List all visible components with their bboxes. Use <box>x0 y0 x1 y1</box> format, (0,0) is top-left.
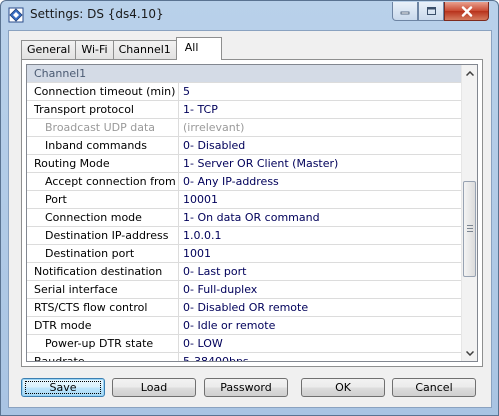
diamond-app-icon <box>8 7 24 23</box>
maximize-icon <box>426 7 436 15</box>
tab-strip: General Wi-Fi Channel1 All <box>21 37 222 60</box>
section-label: Channel1 <box>34 67 87 80</box>
setting-name: Serial interface <box>27 281 179 298</box>
maximize-button[interactable] <box>418 2 444 21</box>
setting-name: RTS/CTS flow control <box>27 299 179 316</box>
setting-row-notification-destination[interactable]: Notification destination 0- Last port <box>27 263 461 281</box>
save-button[interactable]: Save <box>21 378 105 397</box>
chevron-up-icon <box>466 70 474 76</box>
setting-value[interactable]: 5 <box>179 83 461 100</box>
settings-grid: Channel1 Connection timeout (min) 5 Tran… <box>26 64 478 362</box>
setting-row-power-up-dtr-state[interactable]: Power-up DTR state 0- LOW <box>27 335 461 353</box>
setting-name: Accept connection from <box>27 173 179 190</box>
setting-value[interactable]: 0- Full-duplex <box>179 281 461 298</box>
grip-line <box>467 228 473 229</box>
setting-row-transport-protocol[interactable]: Transport protocol 1- TCP <box>27 101 461 119</box>
vertical-scrollbar[interactable] <box>461 65 477 361</box>
setting-row-destination-ip[interactable]: Destination IP-address 1.0.0.1 <box>27 227 461 245</box>
close-button[interactable] <box>444 2 489 21</box>
tab-all[interactable]: All <box>175 37 222 60</box>
setting-row-connection-timeout[interactable]: Connection timeout (min) 5 <box>27 83 461 101</box>
settings-window: Settings: DS {ds4.10} General Wi-Fi Chan… <box>0 0 499 416</box>
setting-name: Baudrate <box>27 353 179 361</box>
setting-row-broadcast-udp-data: Broadcast UDP data (irrelevant) <box>27 119 461 137</box>
setting-name: DTR mode <box>27 317 179 334</box>
setting-name: Transport protocol <box>27 101 179 118</box>
setting-name: Connection timeout (min) <box>27 83 179 100</box>
setting-name: Connection mode <box>27 209 179 226</box>
section-header-channel1[interactable]: Channel1 <box>27 65 461 83</box>
setting-value[interactable]: 0- Idle or remote <box>179 317 461 334</box>
ok-button[interactable]: OK <box>301 378 385 397</box>
setting-value[interactable]: 1001 <box>179 245 461 262</box>
setting-name: Destination port <box>27 245 179 262</box>
tab-panel: Channel1 Connection timeout (min) 5 Tran… <box>21 59 483 367</box>
grip-line <box>467 225 473 226</box>
grip-line <box>467 231 473 232</box>
cancel-button[interactable]: Cancel <box>392 378 476 397</box>
setting-row-dtr-mode[interactable]: DTR mode 0- Idle or remote <box>27 317 461 335</box>
setting-value: (irrelevant) <box>183 121 245 134</box>
setting-name: Routing Mode <box>27 155 179 172</box>
setting-row-serial-interface[interactable]: Serial interface 0- Full-duplex <box>27 281 461 299</box>
dialog-client-area: General Wi-Fi Channel1 All Channel1 Conn… <box>8 30 492 408</box>
setting-row-inband-commands[interactable]: Inband commands 0- Disabled <box>27 137 461 155</box>
setting-name: Power-up DTR state <box>27 335 179 352</box>
load-button[interactable]: Load <box>112 378 196 397</box>
setting-name: Broadcast UDP data <box>27 119 179 136</box>
setting-name: Inband commands <box>27 137 179 154</box>
setting-value[interactable]: 10001 <box>179 191 461 208</box>
setting-name: Notification destination <box>27 263 179 280</box>
setting-value[interactable]: 0- Disabled OR remote <box>179 299 461 316</box>
password-button[interactable]: Password <box>204 378 288 397</box>
tab-general[interactable]: General <box>21 40 77 60</box>
setting-value[interactable]: 1- On data OR command <box>179 209 461 226</box>
setting-value[interactable]: 0- Disabled <box>179 137 461 154</box>
setting-value[interactable]: 1- TCP <box>179 101 461 118</box>
minimize-icon <box>400 11 410 15</box>
setting-row-destination-port[interactable]: Destination port 1001 <box>27 245 461 263</box>
setting-row-routing-mode[interactable]: Routing Mode 1- Server OR Client (Master… <box>27 155 461 173</box>
setting-value[interactable]: 0- LOW <box>179 335 461 352</box>
setting-name: Destination IP-address <box>27 227 179 244</box>
setting-value[interactable]: 5-38400bps <box>179 353 461 361</box>
focus-rectangle <box>25 381 101 394</box>
setting-value[interactable]: 1- Server OR Client (Master) <box>179 155 461 172</box>
setting-value[interactable]: 1.0.0.1 <box>179 227 461 244</box>
setting-row-connection-mode[interactable]: Connection mode 1- On data OR command <box>27 209 461 227</box>
tab-wifi[interactable]: Wi-Fi <box>75 40 114 60</box>
tab-channel1[interactable]: Channel1 <box>112 40 177 60</box>
scroll-up-button[interactable] <box>462 65 477 81</box>
setting-value[interactable]: 0- Last port <box>179 263 461 280</box>
close-icon <box>461 5 472 17</box>
setting-value[interactable]: 0- Any IP-address <box>179 173 461 190</box>
setting-row-rts-cts-flow-control[interactable]: RTS/CTS flow control 0- Disabled OR remo… <box>27 299 461 317</box>
scrollbar-thumb[interactable] <box>463 181 476 277</box>
scroll-down-button[interactable] <box>462 345 477 361</box>
minimize-button[interactable] <box>392 2 418 21</box>
chevron-down-icon <box>466 350 474 356</box>
setting-row-accept-connection-from[interactable]: Accept connection from 0- Any IP-address <box>27 173 461 191</box>
setting-row-port[interactable]: Port 10001 <box>27 191 461 209</box>
setting-name: Port <box>27 191 179 208</box>
window-title: Settings: DS {ds4.10} <box>30 7 164 21</box>
setting-row-baudrate[interactable]: Baudrate 5-38400bps <box>27 353 461 361</box>
settings-list: Channel1 Connection timeout (min) 5 Tran… <box>27 65 461 361</box>
title-bar[interactable]: Settings: DS {ds4.10} <box>1 1 498 29</box>
